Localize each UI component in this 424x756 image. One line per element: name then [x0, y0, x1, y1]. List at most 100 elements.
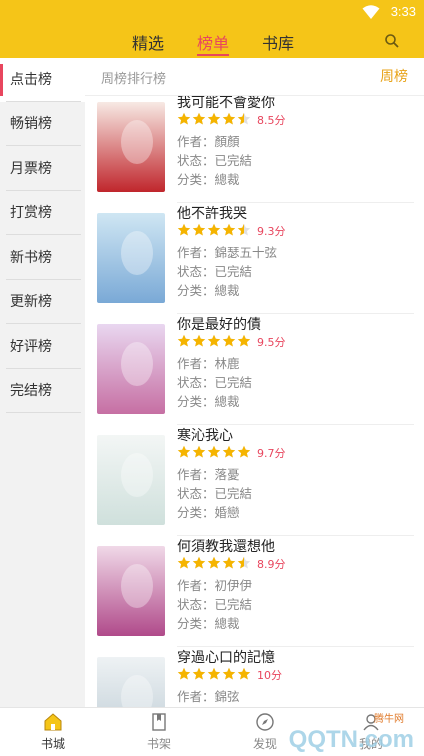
star-icon: [222, 223, 236, 236]
sidebar-item-label: 完结榜: [10, 383, 52, 399]
book-category: 分类：總裁: [177, 616, 240, 631]
star-icon: [192, 334, 206, 347]
list-subheader: 周榜排行榜 周榜: [85, 58, 424, 96]
star-icon: [177, 445, 191, 458]
sidebar-item-label: 畅销榜: [10, 116, 52, 132]
period-selector[interactable]: 周榜: [380, 66, 408, 86]
star-icon: [192, 112, 206, 125]
book-cover[interactable]: [97, 546, 165, 636]
star-icon: [192, 667, 206, 680]
book-score: 10分: [257, 669, 282, 682]
top-tab-bar: 精选 榜单 书库: [0, 24, 424, 58]
book-category: 分类：婚戀: [177, 505, 240, 520]
book-list-item[interactable]: 寒沁我心 9.7分 作者：落憂 状态：已完結 分类：婚戀: [85, 425, 424, 536]
star-icon: [237, 334, 251, 347]
star-icon: [192, 223, 206, 236]
search-icon[interactable]: [384, 33, 400, 49]
book-title[interactable]: 他不許我哭: [177, 203, 247, 223]
book-status: 状态：已完結: [177, 264, 253, 279]
book-cover[interactable]: [97, 102, 165, 192]
sidebar-item-label: 更新榜: [10, 294, 52, 310]
watermark-text: QQTN.com: [288, 726, 414, 753]
star-icon: [177, 556, 191, 569]
sidebar-item-completed[interactable]: 完结榜: [0, 369, 85, 413]
sidebar-item-rewards[interactable]: 打赏榜: [0, 191, 85, 235]
active-tab-indicator: [197, 54, 229, 56]
book-score: 9.5分: [257, 336, 286, 349]
sidebar-item-bestseller[interactable]: 畅销榜: [0, 102, 85, 146]
rating-stars: [177, 667, 251, 680]
book-category: 分类：總裁: [177, 394, 240, 409]
ranking-list[interactable]: 周榜排行榜 周榜 我可能不會愛你 8.5分 作者：顏顏 状态：已完結 分类：總裁 他不許我…: [85, 58, 424, 707]
book-list-item[interactable]: 你是最好的債 9.5分作者：林鹿状态：已完結 分类：總裁: [85, 314, 424, 425]
tab-featured[interactable]: 精选: [132, 30, 164, 54]
book-list-item[interactable]: 穿過心口的記憶10分作者：錦弦状态：已完結分类：總裁: [85, 647, 424, 707]
nav-bookstore[interactable]: 书城: [0, 708, 106, 756]
sidebar-item-updates[interactable]: 更新榜: [0, 280, 85, 324]
book-list-item[interactable]: 他不許我哭 9.3分作者：錦瑟五十弦 状态：已完結 分类：總裁: [85, 203, 424, 314]
star-icon: [207, 223, 221, 236]
nav-label: 书城: [40, 737, 65, 751]
book-author: 作者：林鹿: [177, 356, 240, 371]
book-category: 分类：總裁: [177, 172, 240, 187]
rating-stars: [177, 112, 251, 125]
star-icon: [237, 112, 251, 125]
book-score: 8.5分: [257, 114, 286, 127]
star-icon: [192, 445, 206, 458]
nav-label: 书架: [146, 737, 171, 751]
watermark: 腾牛网 QQTN.com: [248, 706, 418, 754]
book-cover[interactable]: [97, 657, 165, 707]
wifi-icon: [362, 5, 380, 19]
sidebar-item-monthly-votes[interactable]: 月票榜: [0, 147, 85, 191]
book-title[interactable]: 你是最好的債: [177, 314, 261, 334]
book-cover[interactable]: [97, 213, 165, 303]
book-cover[interactable]: [97, 435, 165, 525]
book-score: 9.3分: [257, 225, 286, 238]
sidebar-item-label: 新书榜: [10, 250, 52, 266]
sidebar-item-clicks[interactable]: 点击榜: [0, 58, 85, 102]
star-icon: [207, 112, 221, 125]
book-status: 状态：已完結: [177, 486, 253, 501]
status-bar: 3:33: [0, 0, 424, 24]
bookshelf-icon: [152, 713, 166, 731]
star-icon: [222, 334, 236, 347]
tab-rankings[interactable]: 榜单: [197, 30, 229, 54]
book-cover[interactable]: [97, 324, 165, 414]
star-icon: [222, 667, 236, 680]
book-author: 作者：初伊伊: [177, 578, 253, 593]
rating-stars: [177, 223, 251, 236]
book-title[interactable]: 寒沁我心: [177, 425, 233, 445]
star-icon: [207, 667, 221, 680]
ranking-sidebar: 点击榜 畅销榜 月票榜 打赏榜 新书榜 更新榜 好评榜 完结榜: [0, 58, 85, 707]
book-author: 作者：錦弦: [177, 689, 240, 704]
book-author: 作者：錦瑟五十弦: [177, 245, 278, 260]
ranking-type-label: 周榜排行榜: [101, 72, 167, 87]
star-icon: [237, 445, 251, 458]
star-icon: [207, 334, 221, 347]
status-time: 3:33: [390, 4, 416, 19]
book-status: 状态：已完結: [177, 153, 253, 168]
sidebar-item-top-rated[interactable]: 好评榜: [0, 325, 85, 369]
star-icon: [222, 556, 236, 569]
nav-bookshelf[interactable]: 书架: [106, 708, 212, 756]
book-status: 状态：已完結: [177, 375, 253, 390]
star-icon: [177, 112, 191, 125]
star-icon: [177, 334, 191, 347]
book-title[interactable]: 何須教我還想他: [177, 536, 275, 556]
sidebar-item-new-books[interactable]: 新书榜: [0, 236, 85, 280]
sidebar-item-label: 好评榜: [10, 339, 52, 355]
book-author: 作者：顏顏: [177, 134, 240, 149]
book-list-item[interactable]: 我可能不會愛你 8.5分 作者：顏顏 状态：已完結 分类：總裁: [85, 92, 424, 203]
book-title[interactable]: 穿過心口的記憶: [177, 647, 275, 667]
tab-library[interactable]: 书库: [262, 30, 294, 54]
star-icon: [237, 556, 251, 569]
sidebar-item-label: 打赏榜: [10, 205, 52, 221]
star-icon: [177, 667, 191, 680]
book-list-item[interactable]: 何須教我還想他 8.9分 作者：初伊伊 状态：已完結 分类：總裁: [85, 536, 424, 647]
star-icon: [177, 223, 191, 236]
sidebar-item-label: 月票榜: [10, 161, 52, 177]
star-icon: [222, 445, 236, 458]
rating-stars: [177, 445, 251, 458]
home-icon: [44, 713, 62, 731]
book-category: 分类：總裁: [177, 283, 240, 298]
